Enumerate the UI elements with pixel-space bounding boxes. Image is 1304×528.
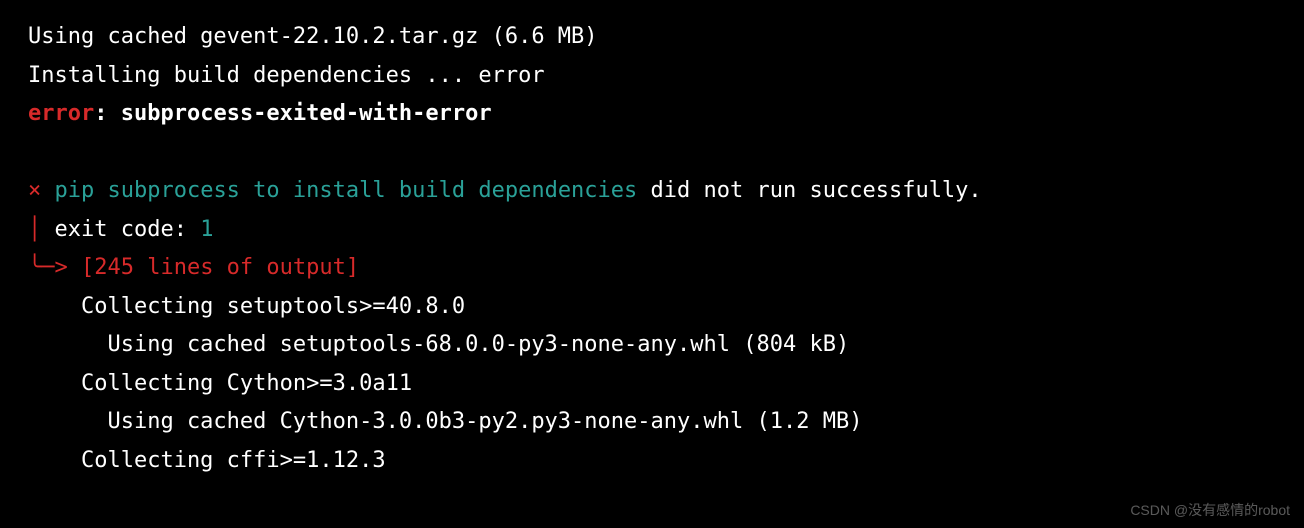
terminal-line-exitcode: │ exit code: 1 — [28, 211, 1276, 250]
cross-icon: × — [28, 178, 55, 203]
output-text: Collecting Cython>=3.0a11 — [28, 371, 412, 396]
terminal-line: Installing build dependencies ... error — [28, 57, 1276, 96]
terminal-line: Using cached Cython-3.0.0b3-py2.py3-none… — [28, 403, 1276, 442]
terminal-line-fail: × pip subprocess to install build depend… — [28, 172, 1276, 211]
terminal-line: Collecting cffi>=1.12.3 — [28, 442, 1276, 481]
terminal-line: Collecting Cython>=3.0a11 — [28, 365, 1276, 404]
terminal-line: Using cached setuptools-68.0.0-py3-none-… — [28, 326, 1276, 365]
exit-label: exit code: — [55, 217, 201, 242]
output-text: Collecting cffi>=1.12.3 — [28, 448, 386, 473]
output-text: Using cached gevent-22.10.2.tar.gz (6.6 … — [28, 24, 598, 49]
terminal-line-arrow: ╰─> [245 lines of output] — [28, 249, 1276, 288]
output-text: Using cached setuptools-68.0.0-py3-none-… — [28, 332, 849, 357]
output-text: Using cached Cython-3.0.0b3-py2.py3-none… — [28, 409, 862, 434]
colon: : — [94, 101, 121, 126]
error-message: subprocess-exited-with-error — [121, 101, 492, 126]
exit-code-value: 1 — [200, 217, 213, 242]
output-count: [245 lines of output] — [81, 255, 359, 280]
output-text: Installing build dependencies ... error — [28, 63, 545, 88]
output-text: Collecting setuptools>=40.8.0 — [28, 294, 465, 319]
watermark-text: CSDN @没有感情的robot — [1130, 498, 1290, 523]
pipe-icon: │ — [28, 217, 55, 242]
fail-rest: did not run successfully. — [637, 178, 981, 203]
fail-subject: pip subprocess to install build dependen… — [55, 178, 638, 203]
terminal-line: Collecting setuptools>=40.8.0 — [28, 288, 1276, 327]
terminal-line: Using cached gevent-22.10.2.tar.gz (6.6 … — [28, 18, 1276, 57]
terminal-line-error: error: subprocess-exited-with-error — [28, 95, 1276, 134]
terminal-blank-line — [28, 134, 1276, 173]
arrow-icon: ╰─> — [28, 255, 81, 280]
error-label: error — [28, 101, 94, 126]
watermark-label: CSDN @没有感情的robot — [1130, 502, 1290, 518]
